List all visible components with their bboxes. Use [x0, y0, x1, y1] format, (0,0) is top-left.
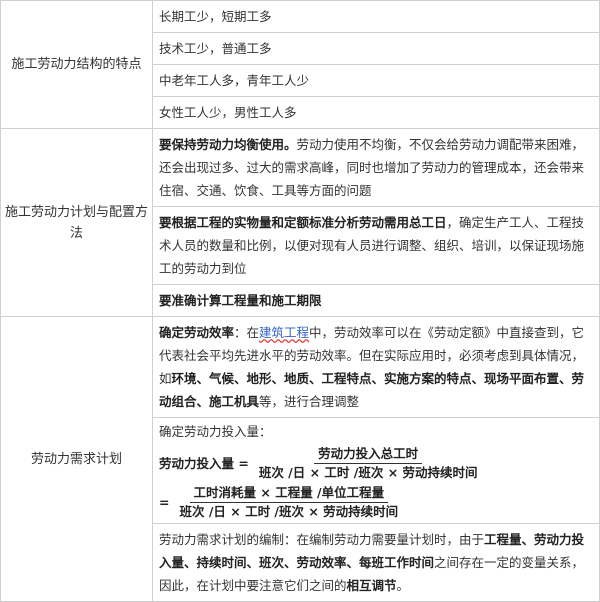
plan-p2-bold: 要根据工程的实物量和定额标准分析劳动需用总工日	[159, 215, 447, 230]
formula-2-denominator: 班次 /日 × 工时 /班次 × 劳动持续时间	[179, 504, 399, 519]
demand-label: 劳动力需求计划	[0, 316, 153, 602]
formula-1-fraction: 劳动力投入总工时 班次 /日 × 工时 /班次 × 劳动持续时间	[255, 445, 482, 482]
formula-2-fraction: 工时消耗量 × 工程量 /单位工程量 班次 /日 × 工时 /班次 × 劳动持续…	[175, 484, 402, 521]
formula-2-numerator: 工时消耗量 × 工程量 /单位工程量	[189, 484, 389, 503]
structure-item: 中老年工人多，青年工人少	[152, 64, 600, 97]
formula-2: = 工时消耗量 × 工程量 /单位工程量 班次 /日 × 工时 /班次 × 劳动…	[159, 484, 593, 521]
plan-paragraph-2: 要根据工程的实物量和定额标准分析劳动需用总工日，确定生产工人、工程技术人员的数量…	[152, 206, 600, 285]
plan-paragraph-1: 要保持劳动力均衡使用。劳动力使用不均衡，不仅会给劳动力调配带来困难，还会出现过多…	[152, 128, 600, 207]
prep-text-a: 劳动力需求计划的编制：在编制劳动力需要量计划时，由于	[159, 532, 485, 547]
formula-1-left: 劳动力投入量 =	[159, 456, 249, 471]
efficiency-factors: 环境、气候、地形、地质、工程特点、实施方案的特点、现场平面布置、劳动组合、施工机…	[159, 371, 585, 409]
plan-p3-bold: 要准确计算工程量和施工期限	[159, 293, 322, 308]
structure-item: 长期工少，短期工多	[152, 0, 600, 33]
prep-text-e: 。	[396, 578, 410, 593]
demand-preparation: 劳动力需求计划的编制：在编制劳动力需要量计划时，由于工程量、劳动力投入量、持续时…	[152, 523, 600, 602]
demand-input-formula: 确定劳动力投入量： 劳动力投入量 = 劳动力投入总工时 班次 /日 × 工时 /…	[152, 417, 600, 524]
structure-label: 施工劳动力结构的特点	[0, 0, 153, 129]
formula-1-numerator: 劳动力投入总工时	[314, 445, 423, 464]
formula-2-left: =	[159, 495, 170, 510]
demand-efficiency: 确定劳动效率：在建筑工程中，劳动效率可以在《劳动定额》中直接查到，它代表社会平均…	[152, 316, 600, 418]
formula-1-denominator: 班次 /日 × 工时 /班次 × 劳动持续时间	[258, 465, 478, 480]
structure-item: 女性工人少，男性工人多	[152, 96, 600, 129]
construction-link[interactable]: 建筑工程	[259, 325, 309, 340]
info-table: 施工劳动力结构的特点 长期工少，短期工多 技术工少，普通工多 中老年工人多，青年…	[0, 0, 600, 602]
structure-item: 技术工少，普通工多	[152, 32, 600, 65]
formula-1: 劳动力投入量 = 劳动力投入总工时 班次 /日 × 工时 /班次 × 劳动持续时…	[159, 445, 593, 482]
plan-p1-bold: 要保持劳动力均衡使用。	[159, 137, 297, 152]
plan-label: 施工劳动力计划与配置方法	[0, 128, 153, 317]
efficiency-text-a: ：在	[234, 325, 260, 340]
input-title: 确定劳动力投入量：	[159, 424, 272, 439]
efficiency-bold: 确定劳动效率	[159, 325, 235, 340]
prep-mutual-adjustment: 相互调节	[346, 578, 397, 593]
efficiency-text-d: 等，进行合理调整	[259, 394, 360, 409]
plan-paragraph-3: 要准确计算工程量和施工期限	[152, 284, 600, 317]
